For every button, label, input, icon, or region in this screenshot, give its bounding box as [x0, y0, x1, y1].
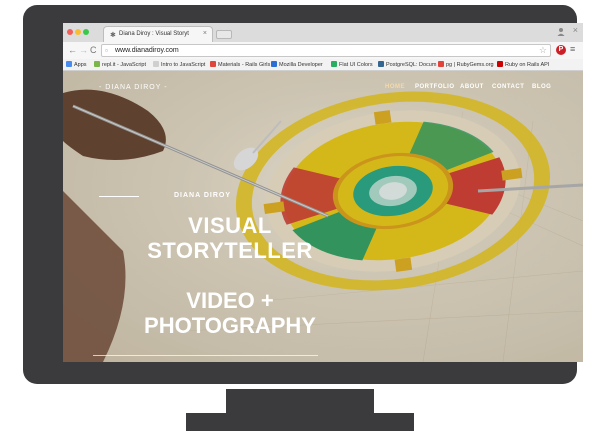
tab-dianadiroy[interactable]: ✱ Diana Diroy : Visual Storyt ×	[103, 26, 213, 42]
bookmark-intro-js[interactable]: Intro to JavaScript	[153, 61, 205, 69]
bookmark-label: Flat UI Colors	[339, 62, 373, 68]
close-window-icon[interactable]	[67, 29, 73, 35]
postgresql-icon	[378, 61, 384, 67]
bookmark-label: PostgreSQL: Docum	[386, 62, 437, 68]
hero-headline-line3: VIDEO +	[186, 288, 274, 313]
bookmark-rails-girls[interactable]: Materials - Rails Girls	[210, 61, 270, 69]
bookmark-rubygems[interactable]: pg | RubyGems.org	[438, 61, 494, 69]
flat-ui-icon	[331, 61, 337, 67]
hero-headline-line1: VISUAL	[188, 213, 272, 238]
nav-blog[interactable]: BLOG	[532, 84, 551, 90]
browser-toolbar: ← → C ▫ www.dianadiroy.com ☆ P ≡	[63, 42, 583, 59]
page-icon	[153, 61, 159, 67]
hero-headline-line2: STORYTELLER	[147, 238, 313, 263]
hero-bottom-divider	[93, 355, 318, 356]
hero-name: DIANA DIROY	[174, 192, 232, 199]
monitor-stand-neck	[226, 389, 374, 413]
url-text[interactable]: www.dianadiroy.com	[115, 47, 179, 54]
bookmark-star-icon[interactable]: ☆	[539, 45, 547, 56]
monitor-stand-base	[186, 413, 414, 431]
tab-close-icon[interactable]: ×	[203, 30, 207, 37]
tab-title: Diana Diroy : Visual Storyt	[119, 31, 189, 37]
bookmark-flat-ui[interactable]: Flat UI Colors	[331, 61, 373, 69]
nav-portfolio[interactable]: PORTFOLIO	[415, 84, 455, 90]
bookmark-mozilla[interactable]: Mozilla Developer	[271, 61, 323, 69]
rails-girls-icon	[210, 61, 216, 67]
rails-api-icon	[497, 61, 503, 67]
nav-about[interactable]: ABOUT	[460, 84, 484, 90]
bookmark-rails-api[interactable]: Ruby on Rails API	[497, 61, 549, 69]
new-tab-button[interactable]	[216, 30, 232, 39]
apps-grid-icon	[66, 61, 72, 67]
forward-button[interactable]: →	[79, 45, 88, 55]
rubygems-icon	[438, 61, 444, 67]
bookmark-label: Intro to JavaScript	[161, 62, 206, 68]
bookmark-label: pg | RubyGems.org	[446, 62, 494, 68]
pinterest-icon[interactable]: P	[556, 45, 566, 55]
bookmark-label: Materials - Rails Girls	[218, 62, 271, 68]
bookmark-label: repl.it - JavaScript	[102, 62, 147, 68]
menu-icon[interactable]: ≡	[570, 44, 575, 54]
hero-divider	[99, 196, 139, 197]
bookmarks-bar: Apps repl.it - JavaScript Intro to JavaS…	[63, 59, 583, 71]
hero-headline-line4: PHOTOGRAPHY	[144, 313, 316, 338]
site-brand[interactable]: - DIANA DIROY -	[99, 84, 168, 91]
reload-button[interactable]: C	[90, 45, 97, 55]
page-icon: ▫	[105, 46, 108, 55]
bookmark-label: Apps	[74, 62, 87, 68]
website-page: - DIANA DIROY - HOME PORTFOLIO ABOUT CON…	[63, 71, 583, 362]
monitor-frame: ✱ Diana Diroy : Visual Storyt × × ← → C …	[23, 5, 583, 384]
address-bar[interactable]: ▫ www.dianadiroy.com ☆	[101, 44, 551, 57]
back-button[interactable]: ←	[68, 45, 77, 55]
bookmark-replit[interactable]: repl.it - JavaScript	[94, 61, 146, 69]
bookmark-postgresql[interactable]: PostgreSQL: Docum	[378, 61, 436, 69]
screen: ✱ Diana Diroy : Visual Storyt × × ← → C …	[63, 23, 583, 362]
profile-icon[interactable]	[557, 27, 565, 36]
replit-icon	[94, 61, 100, 67]
nav-home[interactable]: HOME	[385, 84, 405, 90]
favicon-icon: ✱	[110, 32, 116, 39]
bookmark-label: Mozilla Developer	[279, 62, 323, 68]
nav-contact[interactable]: CONTACT	[492, 84, 524, 90]
tab-strip: ✱ Diana Diroy : Visual Storyt × ×	[63, 23, 583, 42]
bookmark-label: Ruby on Rails API	[505, 62, 550, 68]
mozilla-icon	[271, 61, 277, 67]
minimize-window-icon[interactable]	[75, 29, 81, 35]
maximize-window-icon[interactable]	[83, 29, 89, 35]
window-close-icon[interactable]: ×	[573, 25, 578, 35]
bookmark-apps[interactable]: Apps	[66, 61, 87, 69]
